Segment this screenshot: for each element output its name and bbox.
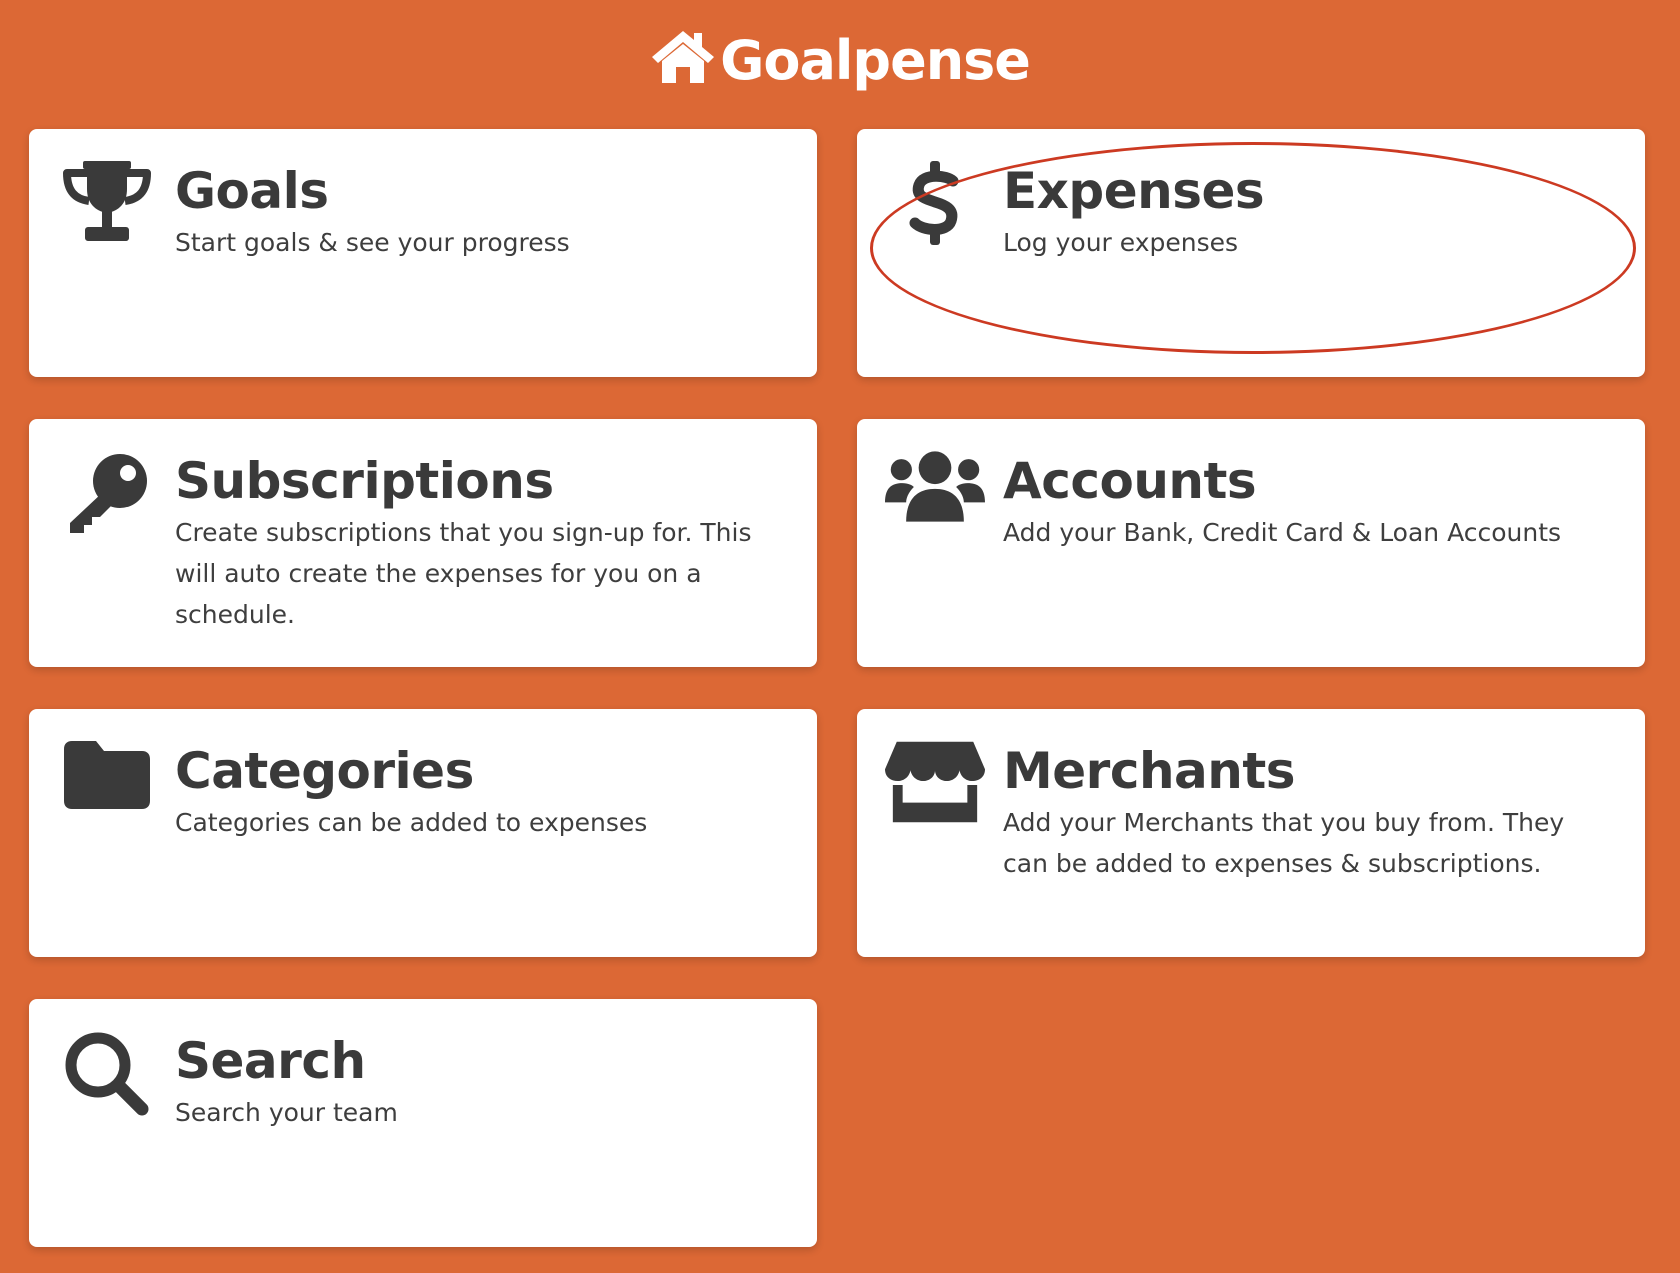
app-root: Goalpense Goals Start goals & see your p… [0,0,1680,1273]
goals-description: Start goals & see your progress [175,227,570,257]
dollar-icon [885,159,985,259]
trophy-icon [57,159,157,259]
search-title: Search [175,1032,366,1090]
app-title: Goalpense [720,28,1031,92]
accounts-card[interactable]: Accounts Add your Bank, Credit Card & Lo… [857,419,1645,667]
merchants-description: Add your Merchants that you buy from. Th… [1003,807,1565,878]
users-icon [885,449,985,549]
search-description: Search your team [175,1097,398,1127]
subscriptions-title: Subscriptions [175,452,554,510]
merchants-card[interactable]: Merchants Add your Merchants that you bu… [857,709,1645,957]
merchants-title: Merchants [1003,742,1296,800]
subscriptions-card[interactable]: Subscriptions Create subscriptions that … [29,419,817,667]
folder-icon [57,739,157,839]
home-icon [652,31,715,83]
categories-description: Categories can be added to expenses [175,807,648,837]
expenses-card[interactable]: Expenses Log your expenses [857,129,1645,377]
store-icon [885,739,985,839]
header: Goalpense [0,22,1680,98]
search-icon [57,1029,157,1129]
categories-title: Categories [175,742,474,800]
accounts-title: Accounts [1003,452,1257,510]
accounts-description: Add your Bank, Credit Card & Loan Accoun… [1003,517,1562,547]
subscriptions-description: Create subscriptions that you sign-up fo… [175,517,752,629]
expenses-title: Expenses [1003,162,1265,220]
brand-logo[interactable]: Goalpense [650,28,1031,92]
key-icon [57,449,157,549]
goals-card[interactable]: Goals Start goals & see your progress [29,129,817,377]
expenses-description: Log your expenses [1003,227,1239,257]
search-card[interactable]: Search Search your team [29,999,817,1247]
categories-card[interactable]: Categories Categories can be added to ex… [29,709,817,957]
goals-title: Goals [175,162,329,220]
